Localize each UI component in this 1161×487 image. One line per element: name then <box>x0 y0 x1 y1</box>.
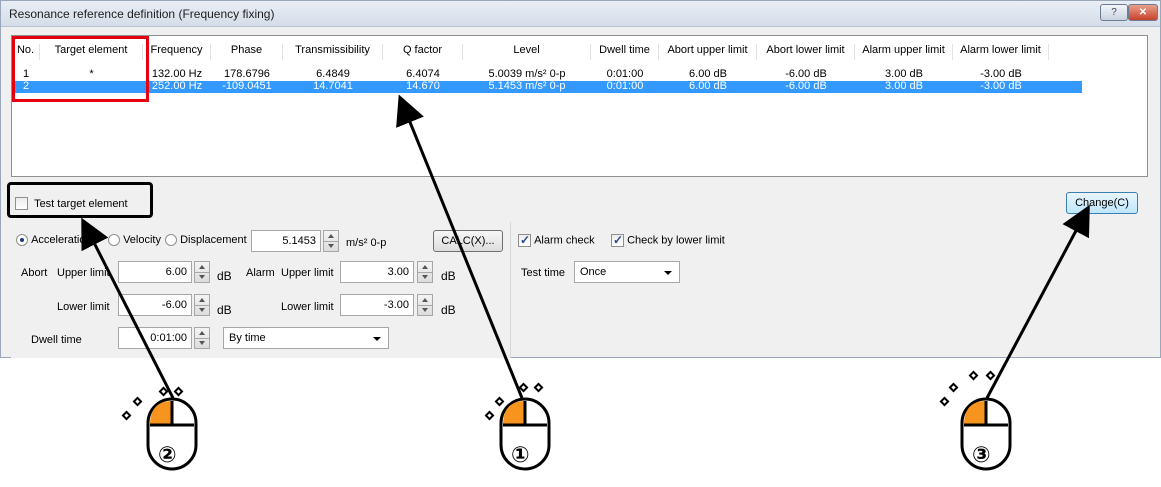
arrow-3 <box>985 204 1090 399</box>
step-3-label: ③ <box>972 443 991 468</box>
arrow-1 <box>396 94 524 399</box>
step-2-label: ② <box>158 443 177 468</box>
step-1-label: ① <box>511 443 530 468</box>
arrow-2 <box>81 217 175 399</box>
